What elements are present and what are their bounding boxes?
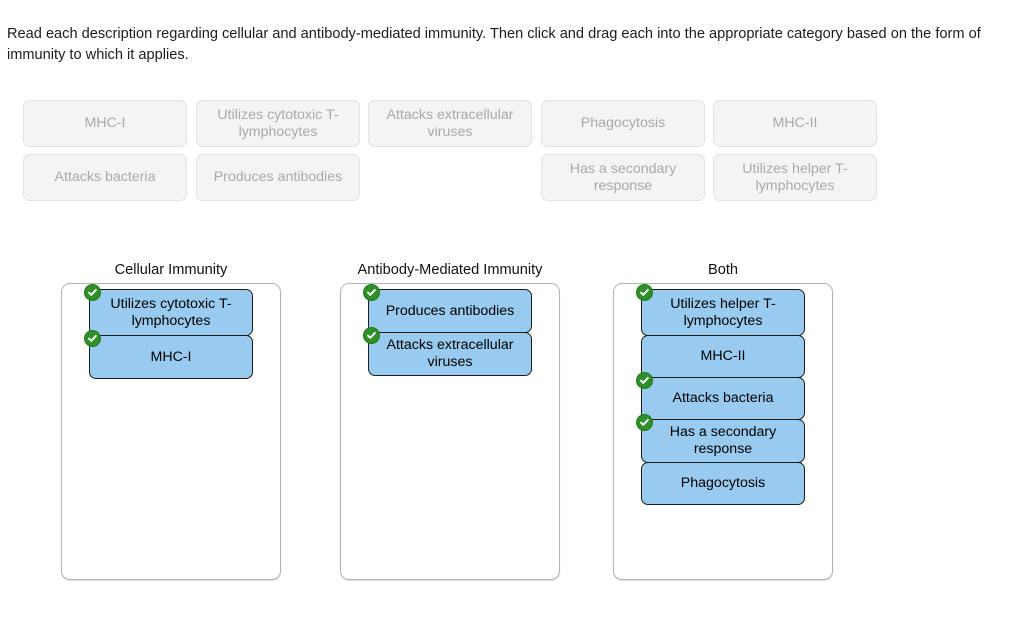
check-icon: [636, 284, 653, 301]
placed-card-attacks-bacteria[interactable]: Attacks bacteria: [636, 372, 805, 420]
placed-card-has-a-secondary-response[interactable]: Has a secondary response: [636, 414, 805, 463]
placed-card-label: Attacks extracellular viruses: [386, 337, 514, 370]
source-tile-mhc-i[interactable]: MHC-I: [23, 100, 187, 147]
check-icon: [84, 284, 101, 301]
check-icon: [636, 414, 653, 431]
category-antibody-mediated-immunity: Antibody-Mediated Immunity Produces antib…: [340, 261, 560, 580]
source-tile-utilizes-cytotoxic-t-lymphocytes[interactable]: Utilizes cytotoxic T-lymphocytes: [196, 100, 360, 147]
source-tile-has-a-secondary-response[interactable]: Has a secondary response: [541, 154, 705, 201]
placed-card-label: Attacks bacteria: [672, 390, 774, 406]
placed-card-label: MHC-II: [700, 348, 746, 364]
source-tile-mhc-ii[interactable]: MHC-II: [713, 100, 877, 147]
category-both: Both Utilizes helper T-lymphocytes MHC-II A…: [613, 261, 833, 580]
source-tile-attacks-bacteria[interactable]: Attacks bacteria: [23, 154, 187, 201]
category-title-antibody-mediated-immunity: Antibody-Mediated Immunity: [357, 262, 543, 278]
card-stack-both: Utilizes helper T-lymphocytes MHC-II Attac…: [636, 284, 805, 505]
source-tile-attacks-extracellular-viruses[interactable]: Attacks extracellular viruses: [368, 100, 532, 147]
check-icon: [84, 330, 101, 347]
instructions-text: Read each description regarding cellular…: [7, 26, 981, 63]
category-title-cellular-immunity: Cellular Immunity: [114, 262, 228, 278]
placed-card-label: MHC-I: [150, 348, 192, 365]
source-tile-utilizes-helper-t-lymphocytes[interactable]: Utilizes helper T-lymphocytes: [713, 154, 877, 201]
category-dropzone-row: Cellular Immunity Utilizes cytotoxic T-ly…: [0, 261, 1024, 586]
card-stack-cellular-immunity: Utilizes cytotoxic T-lymphocytes MHC-I: [84, 284, 253, 379]
source-tile-bank: MHC-I Attacks bacteria Utilizes cytotoxic …: [23, 100, 903, 204]
placed-card-utilizes-cytotoxic-t-lymphocytes[interactable]: Utilizes cytotoxic T-lymphocytes: [84, 284, 253, 336]
placed-card-utilizes-helper-t-lymphocytes[interactable]: Utilizes helper T-lymphocytes: [636, 284, 805, 336]
placed-card-attacks-extracellular-viruses[interactable]: Attacks extracellular viruses: [363, 327, 532, 376]
placed-card-label: Utilizes helper T-lymphocytes: [670, 295, 776, 329]
placed-card-label: Utilizes cytotoxic T-lymphocytes: [110, 295, 232, 329]
source-tile-produces-antibodies[interactable]: Produces antibodies: [196, 154, 360, 201]
check-icon: [363, 327, 380, 344]
placed-card-produces-antibodies[interactable]: Produces antibodies: [363, 284, 532, 333]
placed-card-label: Has a secondary response: [669, 424, 777, 457]
placed-card-mhc-i[interactable]: MHC-I: [84, 330, 253, 379]
card-stack-antibody-mediated-immunity: Produces antibodies Attacks extracellular…: [363, 284, 532, 376]
check-icon: [363, 284, 380, 301]
category-title-both: Both: [707, 262, 739, 278]
category-cellular-immunity: Cellular Immunity Utilizes cytotoxic T-ly…: [61, 261, 281, 580]
placed-card-mhc-ii[interactable]: MHC-II: [641, 335, 805, 378]
dropzone-antibody-mediated-immunity[interactable]: Produces antibodies Attacks extracellular…: [340, 283, 560, 580]
dropzone-cellular-immunity[interactable]: Utilizes cytotoxic T-lymphocytes MHC-I: [61, 283, 281, 580]
dropzone-both[interactable]: Utilizes helper T-lymphocytes MHC-II Attac…: [613, 283, 833, 580]
placed-card-label: Produces antibodies: [385, 302, 515, 319]
source-tile-phagocytosis[interactable]: Phagocytosis: [541, 100, 705, 147]
placed-card-phagocytosis[interactable]: Phagocytosis: [641, 462, 805, 505]
placed-card-label: Phagocytosis: [680, 475, 766, 491]
check-icon: [636, 372, 653, 389]
